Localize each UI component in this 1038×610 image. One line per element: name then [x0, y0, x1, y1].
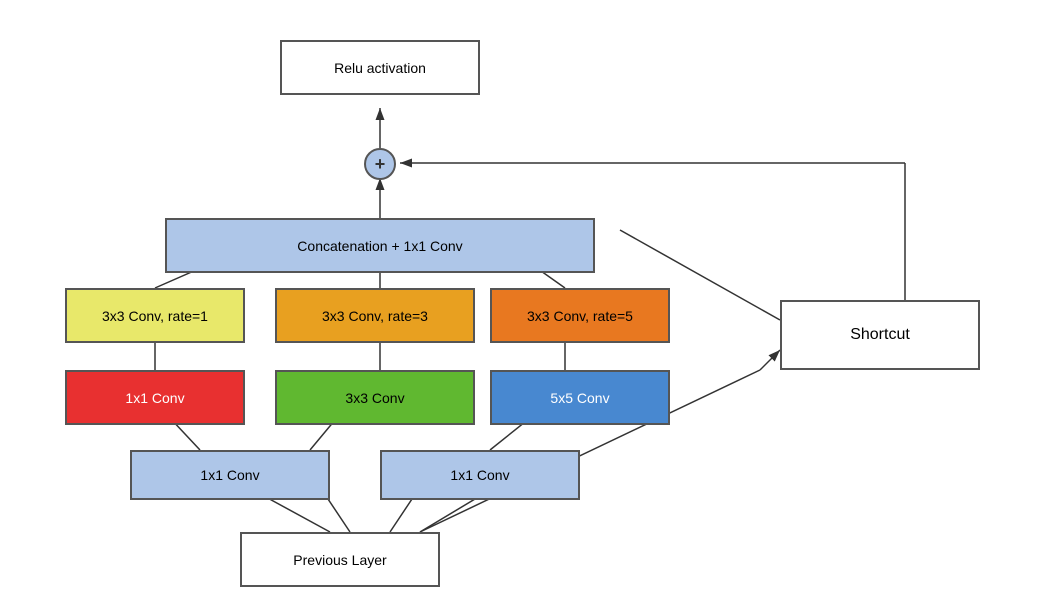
branch1x1-right-node: 1x1 Conv	[380, 450, 580, 500]
conv-rate3-node: 3x3 Conv, rate=3	[275, 288, 475, 343]
diagram-container: Relu activation + Concatenation + 1x1 Co…	[0, 0, 1038, 610]
shortcut-node: Shortcut	[780, 300, 980, 370]
prev-layer-node: Previous Layer	[240, 532, 440, 587]
conv1x1-red-node: 1x1 Conv	[65, 370, 245, 425]
branch1x1-left-node: 1x1 Conv	[130, 450, 330, 500]
conv-rate1-node: 3x3 Conv, rate=1	[65, 288, 245, 343]
concat-node: Concatenation + 1x1 Conv	[165, 218, 595, 273]
relu-node: Relu activation	[280, 40, 480, 95]
conv-rate5-node: 3x3 Conv, rate=5	[490, 288, 670, 343]
plus-circle: +	[364, 148, 396, 180]
conv3x3-green-node: 3x3 Conv	[275, 370, 475, 425]
conv5x5-blue-node: 5x5 Conv	[490, 370, 670, 425]
